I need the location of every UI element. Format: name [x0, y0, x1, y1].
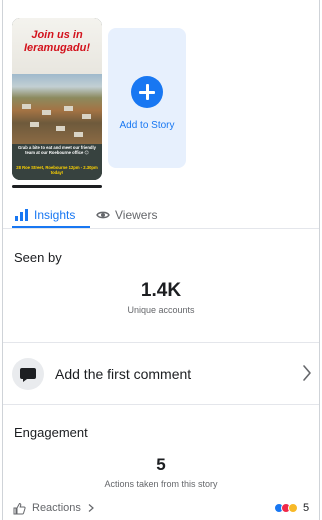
thumbs-up-icon: [13, 502, 26, 514]
engagement-caption: Actions taken from this story: [104, 479, 218, 489]
photo-building: [42, 110, 51, 115]
eye-icon: [96, 211, 110, 219]
seen-by-title: Seen by: [14, 250, 62, 265]
thumbnail-body-text: Grab a bite to eat and meet our friendly…: [18, 145, 96, 156]
divider: [3, 404, 319, 405]
photo-building: [56, 126, 65, 131]
haha-icon: [288, 503, 298, 513]
story-thumbnail[interactable]: Join us in Ieramugadu! Grab a bite to ea…: [12, 18, 102, 180]
thumbnail-title: Join us in Ieramugadu!: [23, 29, 90, 54]
chevron-right-icon: [88, 504, 94, 512]
divider: [3, 228, 319, 229]
add-to-story-button[interactable]: Add to Story: [108, 28, 186, 168]
tab-insights[interactable]: Insights: [15, 205, 75, 225]
plus-icon: [131, 76, 163, 108]
engagement-count: 5: [156, 455, 166, 474]
chevron-right-icon: [303, 365, 311, 381]
add-first-comment-row[interactable]: Add the first comment: [12, 358, 312, 390]
reactions-link[interactable]: Reactions: [13, 500, 101, 516]
tab-viewers[interactable]: Viewers: [96, 205, 157, 225]
reaction-summary[interactable]: 5: [274, 500, 309, 516]
reactions-label: Reactions: [32, 502, 81, 514]
tab-insights-label: Insights: [34, 208, 76, 222]
thumbnail-aerial-photo: [12, 74, 102, 144]
thumbnail-address-text: 28 Roe Street, Roebourne 12pm - 2.30pm t…: [16, 165, 98, 176]
reaction-count: 5: [303, 502, 310, 514]
tab-viewers-label: Viewers: [115, 208, 158, 222]
bar-chart-icon: [15, 209, 28, 221]
photo-building: [22, 104, 31, 109]
photo-building: [82, 114, 91, 119]
add-first-comment-label: Add the first comment: [55, 366, 192, 382]
engagement-title: Engagement: [14, 425, 88, 440]
photo-building: [64, 106, 73, 111]
seen-by-caption: Unique accounts: [127, 305, 195, 315]
story-selected-indicator: [12, 185, 102, 188]
add-to-story-label: Add to Story: [119, 120, 175, 131]
photo-building: [30, 122, 39, 127]
divider: [3, 342, 319, 343]
seen-by-count: 1.4K: [140, 280, 182, 301]
photo-building: [74, 132, 83, 137]
comment-icon: [12, 358, 44, 390]
